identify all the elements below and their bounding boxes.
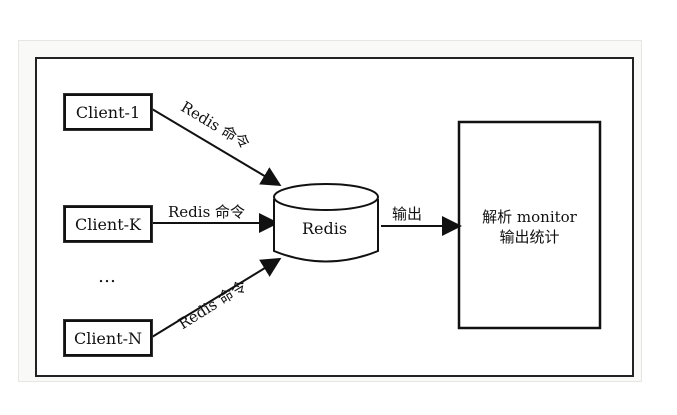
client-n-label: Client-N <box>73 328 143 348</box>
edge-label-middle: Redis 命令 <box>168 203 246 221</box>
client-k-box: Client-K <box>64 206 152 242</box>
monitor-text: 解析 monitor 输出统计 <box>459 207 600 247</box>
monitor-line-1: 解析 monitor <box>482 208 577 226</box>
client-1-label: Client-1 <box>75 102 141 122</box>
client-1-box: Client-1 <box>64 94 152 130</box>
edge-label-output: 输出 <box>392 205 423 223</box>
monitor-line-2: 输出统计 <box>499 228 560 246</box>
client-n-box: Client-N <box>64 320 152 356</box>
screenshot-stage: Client-1 Client-K … Client-N Redis 命令 Re… <box>0 0 677 415</box>
redis-label: Redis <box>302 219 348 238</box>
client-ellipsis: … <box>98 266 116 287</box>
client-k-label: Client-K <box>74 214 142 234</box>
